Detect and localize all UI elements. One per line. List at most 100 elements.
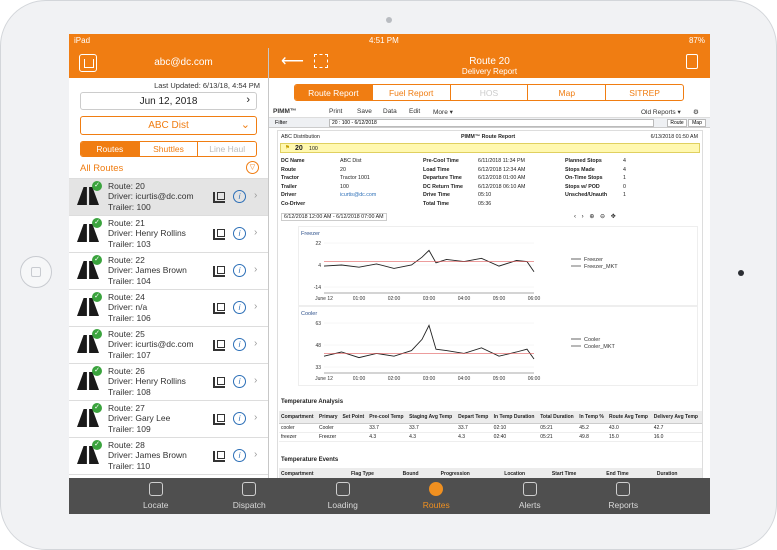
check-icon: ✓: [92, 255, 102, 265]
more-button[interactable]: More ▾: [433, 108, 453, 116]
flag-trailer: 100: [309, 146, 318, 152]
x-tick-label: 06:00: [528, 376, 541, 382]
info-label: Departure Time: [423, 175, 462, 181]
info-label: Route: [281, 166, 297, 173]
map-button[interactable]: Map: [688, 119, 706, 127]
route-item[interactable]: ✓ Route: 24 Driver: n/a Trailer: 106 i ›: [69, 290, 268, 327]
table-cell: freezer: [279, 432, 317, 442]
tab-route-report[interactable]: Route Report: [295, 85, 372, 100]
route-item[interactable]: ✓ Route: 27 Driver: Gary Lee Trailer: 109 i ›: [69, 401, 268, 438]
tab-label: Reports: [608, 500, 639, 510]
home-button[interactable]: [20, 256, 52, 288]
column-header: End Time: [604, 468, 655, 478]
route-item[interactable]: ✓ Route: 26 Driver: Henry Rollins Trailer: …: [69, 364, 268, 401]
info-value: Tractor 1001: [340, 175, 370, 181]
info-icon[interactable]: i: [233, 449, 246, 462]
tab-alerts[interactable]: Alerts: [495, 478, 565, 514]
column-header: Route Avg Temp: [607, 411, 652, 424]
tab-map[interactable]: Map: [527, 85, 605, 100]
info-icon[interactable]: i: [233, 338, 246, 351]
segment-line-haul[interactable]: Line Haul: [197, 142, 256, 156]
route-item[interactable]: ✓ Route: 25 Driver: icurtis@dc.com Trailer:…: [69, 327, 268, 364]
info-value: 4: [623, 158, 626, 164]
loading-icon: [213, 340, 225, 351]
filter-input[interactable]: 20 : 100 - 6/12/2018: [329, 119, 654, 127]
info-value: 1: [623, 192, 626, 198]
segment-routes[interactable]: Routes: [81, 142, 139, 156]
document-icon[interactable]: [686, 54, 698, 69]
column-header: Compartment: [279, 468, 349, 478]
print-button[interactable]: Print: [329, 108, 342, 115]
chart-title: Cooler: [301, 311, 317, 317]
route-driver: Driver: Gary Lee: [108, 413, 171, 423]
date-label: Jun 12, 2018: [139, 96, 198, 107]
tab-sitrep[interactable]: SITREP: [605, 85, 683, 100]
segment-shuttles[interactable]: Shuttles: [138, 142, 198, 156]
route-type-segment: Routes Shuttles Line Haul: [80, 141, 257, 157]
tab-label: Locate: [142, 500, 169, 510]
info-icon[interactable]: i: [233, 227, 246, 240]
tab-locate[interactable]: Locate: [121, 478, 191, 514]
route-item[interactable]: ✓ Route: 21 Driver: Henry Rollins Trailer: …: [69, 216, 268, 253]
x-tick-label: 05:00: [493, 376, 506, 382]
gear-icon[interactable]: ⚙: [693, 108, 699, 116]
date-selector[interactable]: Jun 12, 2018 ›: [80, 92, 257, 110]
route-trailer: Trailer: 109: [108, 424, 151, 434]
dist-label: ABC Dist: [148, 120, 189, 131]
info-icon[interactable]: i: [233, 375, 246, 388]
route-name: Route: 25: [108, 329, 145, 339]
tab-reports[interactable]: Reports: [588, 478, 658, 514]
locate-icon: [148, 482, 163, 496]
filter-label: Filter: [275, 120, 288, 126]
info-value: 4: [623, 166, 626, 173]
battery: 87%: [688, 36, 705, 45]
info-label: Total Time: [423, 200, 449, 207]
data-button[interactable]: Data: [383, 108, 397, 115]
column-header: Location: [502, 468, 550, 478]
route-item[interactable]: ✓ Route: 22 Driver: James Brown Trailer: 10…: [69, 253, 268, 290]
x-tick-label: 04:00: [458, 376, 471, 382]
info-icon[interactable]: i: [233, 301, 246, 314]
route-driver: Driver: James Brown: [108, 265, 187, 275]
x-tick-label: 02:00: [388, 296, 401, 302]
info-label: Co-Driver: [281, 200, 306, 207]
tab-loading[interactable]: Loading: [308, 478, 378, 514]
legend-label: Cooler: [584, 337, 600, 343]
user-email: abc@dc.com: [154, 57, 213, 68]
tab-hos[interactable]: HOS: [449, 85, 528, 100]
tab-dispatch[interactable]: Dispatch: [214, 478, 284, 514]
column-header: Start Time: [549, 468, 605, 478]
filter-icon[interactable]: ▽: [246, 161, 259, 174]
table-cell: cooler: [279, 423, 317, 433]
series-line-freezer: [323, 249, 535, 272]
chart-nav-icons[interactable]: ‹ › ⊕ ⊖ ✥: [574, 213, 618, 220]
chevron-right-icon: ›: [254, 227, 258, 238]
report-heading: PIMM™ Route Report: [461, 134, 516, 140]
edit-button[interactable]: Edit: [409, 108, 420, 115]
bottom-tab-bar: Locate Dispatch Loading Routes Alerts Reports: [69, 478, 710, 514]
route-item[interactable]: ✓ Route: 28 Driver: James Brown Trailer: 11…: [69, 438, 268, 475]
tab-fuel-report[interactable]: Fuel Report: [371, 85, 450, 100]
info-icon[interactable]: i: [233, 412, 246, 425]
info-icon[interactable]: i: [233, 190, 246, 203]
info-label: Drive Time: [423, 192, 450, 198]
info-value: 6/12/2018 12:34 AM: [478, 166, 526, 173]
route-driver: Driver: Henry Rollins: [108, 376, 186, 386]
info-label: Stops w/ POD: [565, 183, 600, 190]
column-header: Staging Avg Temp: [407, 411, 457, 424]
home-icon[interactable]: [79, 54, 97, 72]
temp-events-table: Compartment Flag Type Bound Progression Loca…: [279, 468, 702, 478]
info-icon[interactable]: i: [233, 264, 246, 277]
info-value: 05:10: [478, 192, 492, 198]
old-reports-button[interactable]: Old Reports ▾: [641, 108, 681, 116]
chevron-right-icon: ›: [254, 264, 258, 275]
route-item[interactable]: ✓ Route: 20 Driver: icurtis@dc.com Trailer:…: [69, 179, 268, 216]
dist-selector[interactable]: ABC Dist ⌄: [80, 116, 257, 135]
route-name: Route: 27: [108, 403, 145, 413]
save-button[interactable]: Save: [357, 108, 372, 115]
info-label: Stops Made: [565, 166, 595, 173]
tab-routes[interactable]: Routes: [401, 478, 471, 514]
table-cell: [340, 432, 368, 442]
status-bar: iPad 4:51 PM 87%: [69, 34, 710, 48]
route-button[interactable]: Route: [667, 119, 687, 127]
